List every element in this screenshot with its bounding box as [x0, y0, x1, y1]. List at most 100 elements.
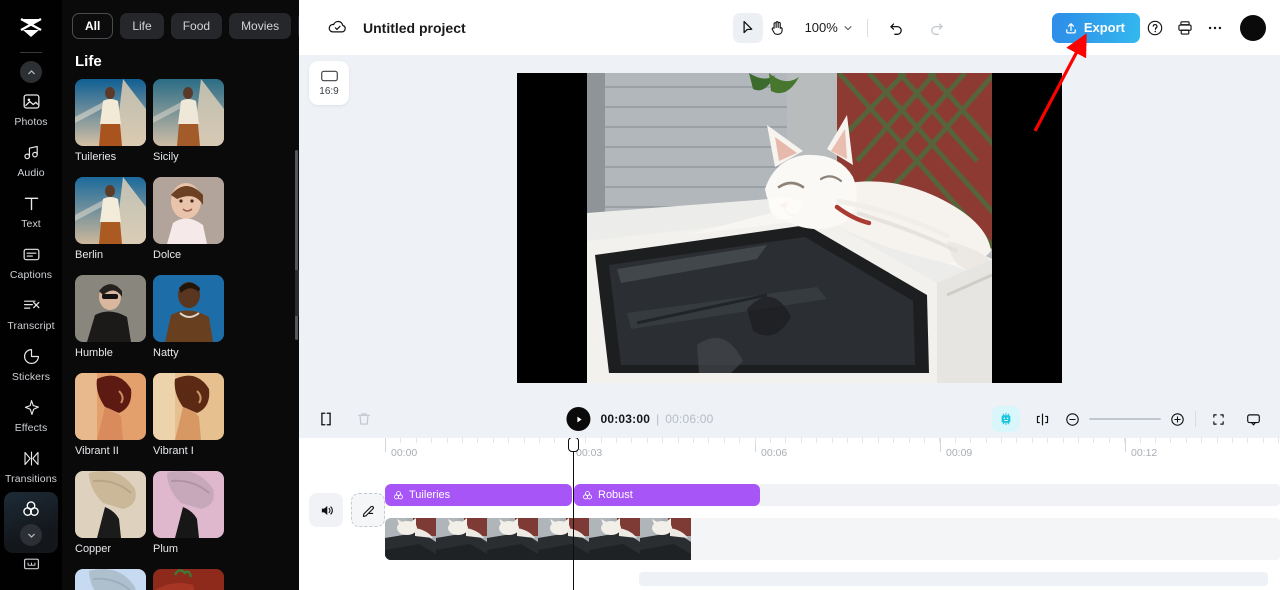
video-clip[interactable] — [385, 518, 697, 560]
filter-grid: Tuileries Sicily Berlin Dolce Humble Nat… — [62, 79, 299, 590]
chip-all[interactable]: All — [72, 13, 114, 39]
ruler-minor-tick — [770, 438, 771, 443]
ruler-label: 00:12 — [1131, 447, 1158, 459]
split-clip-button[interactable] — [313, 406, 339, 432]
hand-tool-button[interactable] — [763, 13, 793, 43]
page-title[interactable]: Untitled project — [363, 20, 466, 36]
avatar[interactable] — [1240, 14, 1266, 41]
play-button[interactable] — [566, 407, 591, 431]
filter-cell[interactable]: Dolce — [153, 177, 224, 268]
filter-thumbnail — [75, 471, 146, 538]
sidebar-item-audio[interactable]: Audio — [4, 135, 58, 186]
sidebar-item-effects[interactable]: Effects — [4, 390, 58, 441]
ruler-minor-tick — [508, 438, 510, 443]
ruler-minor-tick — [831, 438, 833, 443]
ruler-minor-tick — [616, 438, 617, 443]
rail-scroll-up-icon[interactable] — [20, 61, 42, 83]
preview-monitor-button[interactable] — [1240, 406, 1266, 432]
filter-cell[interactable]: Plum — [153, 471, 224, 562]
preview-area: 16:9 — [299, 55, 1280, 400]
timeline[interactable]: 00:00 00:03 00:06 00:09 00:12 Tuileries — [299, 438, 1280, 590]
filter-cell[interactable]: Humble — [75, 275, 146, 366]
ruler-minor-tick — [723, 438, 725, 443]
filters-circles-icon — [394, 490, 403, 499]
sidebar-item-transitions[interactable]: Transitions — [4, 441, 58, 492]
filter-cell[interactable]: Natty — [153, 275, 224, 366]
video-thumbnail-frame — [385, 518, 436, 560]
sidebar-item-filters[interactable] — [4, 492, 58, 553]
panel-collapse-handle[interactable] — [295, 270, 299, 316]
cursor-arrow-icon — [743, 20, 753, 34]
ai-magic-icon — [1001, 412, 1011, 426]
chip-food[interactable]: Food — [170, 13, 223, 39]
current-time: 00:03:00 — [600, 412, 651, 426]
delete-clip-button[interactable] — [351, 406, 377, 432]
video-track[interactable] — [299, 518, 1280, 560]
undo-button[interactable] — [882, 13, 912, 43]
undo-redo-group — [882, 13, 952, 43]
ruler-minor-tick — [1232, 438, 1233, 443]
ruler-minor-tick — [1185, 438, 1187, 443]
filter-cell[interactable]: Copper — [75, 471, 146, 562]
transitions-icon — [20, 447, 42, 469]
sidebar-item-stickers[interactable]: Stickers — [4, 339, 58, 390]
sidebar-item-transcript[interactable]: Transcript — [4, 288, 58, 339]
filter-track[interactable]: Tuileries Robust — [299, 484, 1280, 506]
sidebar-item-photos[interactable]: Photos — [4, 59, 58, 135]
filter-name: Dolce — [153, 249, 182, 261]
sidebar-item-text[interactable]: Text — [4, 186, 58, 237]
trash-icon — [358, 413, 370, 425]
help-button[interactable] — [1140, 13, 1170, 43]
print-button[interactable] — [1170, 13, 1200, 43]
video-thumbnail-frame — [640, 518, 691, 560]
ruler-minor-tick — [739, 438, 741, 443]
ai-tools-button[interactable] — [992, 406, 1020, 432]
cloud-sync-icon[interactable] — [325, 16, 349, 40]
filter-clip-robust[interactable]: Robust — [574, 484, 760, 506]
trim-button[interactable] — [1029, 406, 1055, 432]
ruler-minor-tick — [1278, 438, 1280, 443]
filter-cell[interactable]: Life I — [153, 569, 224, 590]
select-tool-button[interactable] — [732, 12, 763, 43]
aspect-ratio-label: 16:9 — [319, 86, 339, 97]
audio-track-placeholder[interactable] — [639, 572, 1268, 586]
export-button[interactable]: Export — [1051, 12, 1140, 43]
rail-scroll-down-icon[interactable] — [20, 524, 42, 546]
fit-screen-button[interactable] — [1205, 406, 1231, 432]
filter-cell[interactable]: Tuileries — [75, 79, 146, 170]
timeline-ruler[interactable]: 00:00 00:03 00:06 00:09 00:12 — [299, 438, 1280, 463]
chip-movies[interactable]: Movies — [229, 13, 292, 39]
video-preview-stage[interactable] — [517, 72, 1062, 383]
zoom-level-selector[interactable]: 100% — [805, 20, 853, 35]
filter-cell[interactable]: Vibrant II — [75, 373, 146, 464]
sidebar-item-captions[interactable]: Captions — [4, 237, 58, 288]
filter-name: Vibrant II — [75, 445, 119, 457]
more-options-button[interactable] — [1200, 13, 1230, 43]
question-circle-icon — [1147, 20, 1163, 35]
ruler-minor-tick — [631, 438, 633, 443]
filter-clip-tuileries[interactable]: Tuileries — [385, 484, 572, 506]
chevron-down-icon — [844, 25, 852, 30]
video-thumbnail-frame — [487, 518, 538, 560]
filter-cell[interactable]: Vibrant I — [153, 373, 224, 464]
filter-cell[interactable]: Urbanoid — [75, 569, 146, 590]
ruler-minor-tick — [708, 438, 710, 443]
redo-button[interactable] — [922, 13, 952, 43]
playhead[interactable] — [568, 438, 579, 590]
filter-thumbnail — [153, 471, 224, 538]
export-label: Export — [1083, 20, 1125, 35]
ruler-minor-tick — [477, 438, 479, 443]
upload-icon — [1066, 22, 1076, 33]
timeline-zoom-slider[interactable] — [1064, 411, 1186, 428]
capcut-logo-icon[interactable] — [16, 16, 46, 40]
aspect-ratio-button[interactable]: 16:9 — [309, 61, 349, 105]
chip-life[interactable]: Life — [120, 13, 164, 39]
ruler-minor-tick — [1216, 438, 1218, 443]
top-toolbar: Untitled project 100% Export — [299, 0, 1280, 55]
sidebar-item-keyboard[interactable] — [22, 554, 41, 578]
left-rail: Photos Audio Text Captions Transcript St… — [0, 0, 62, 590]
playhead-handle[interactable] — [568, 438, 579, 452]
zoom-slider-track[interactable] — [1089, 418, 1161, 420]
filter-cell[interactable]: Sicily — [153, 79, 224, 170]
filter-cell[interactable]: Berlin — [75, 177, 146, 268]
